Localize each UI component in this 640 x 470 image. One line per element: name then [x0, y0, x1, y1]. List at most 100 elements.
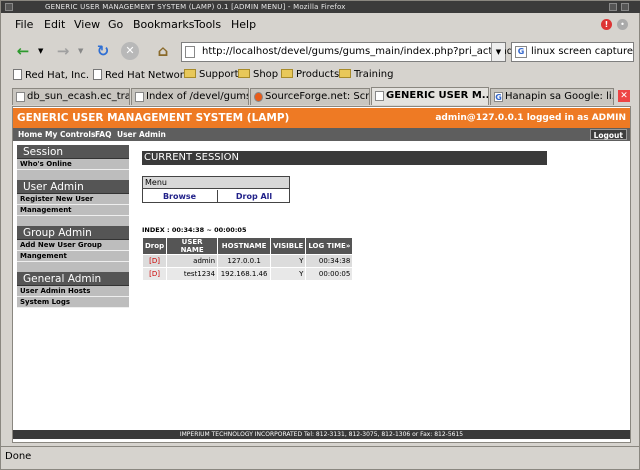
menu-bar: File Edit View Go Bookmarks Tools Help !…	[1, 15, 640, 35]
sidebar-item-add-new-user-group[interactable]: Add New User Group	[17, 240, 129, 251]
col-log-time[interactable]: LOG TIME»	[306, 238, 353, 254]
google-icon: G	[494, 92, 503, 102]
menu-label: Menu	[143, 177, 289, 189]
col-drop: Drop	[143, 238, 167, 254]
status-text: Done	[5, 451, 32, 462]
sidebar-heading-general-admin: General Admin	[17, 272, 129, 286]
tab-label: Hanapin sa Google: li...	[505, 91, 614, 102]
nav-my-controls[interactable]: My Controls	[45, 128, 95, 141]
search-text[interactable]: linux screen capture	[531, 43, 633, 61]
page-icon	[93, 69, 102, 80]
page-icon	[185, 46, 195, 58]
bookmark-products[interactable]: Products	[281, 69, 339, 80]
folder-icon	[238, 69, 250, 78]
menu-edit[interactable]: Edit	[44, 18, 65, 31]
tab-bar: db_sun_ecash.ec_tra... Index of /devel/g…	[1, 87, 640, 105]
col-user-name[interactable]: USER NAME	[167, 238, 218, 254]
tab-label: GENERIC USER M...	[386, 90, 489, 101]
bookmark-label: Training	[354, 69, 394, 80]
nav-user-admin[interactable]: User Admin	[117, 128, 166, 141]
tab-sourceforge[interactable]: SourceForge.net: Scr...	[250, 88, 370, 105]
bookmark-support[interactable]: Support	[184, 69, 239, 80]
sidebar-heading-user-admin: User Admin	[17, 180, 129, 194]
sidebar-item-register-new-user[interactable]: Register New User	[17, 194, 129, 205]
url-text[interactable]: http://localhost/devel/gums/gums_main/in…	[202, 43, 532, 61]
menu-view[interactable]: View	[74, 18, 100, 31]
home-icon[interactable]: ⌂	[151, 39, 175, 63]
bookmark-label: Shop	[253, 69, 279, 80]
admin-sidebar: Session Who's Online User Admin Register…	[17, 145, 129, 308]
col-hostname[interactable]: HOSTNAME	[218, 238, 271, 254]
throbber-icon: •	[617, 19, 628, 30]
sidebar-spacer	[17, 170, 129, 180]
bookmark-label: Support	[199, 69, 239, 80]
address-bar[interactable]: http://localhost/devel/gums/gums_main/in…	[181, 42, 532, 62]
tab-generic-user-management[interactable]: GENERIC USER M...	[371, 87, 489, 105]
logout-button[interactable]: Logout	[589, 129, 627, 140]
window-title: GENERIC USER MANAGEMENT SYSTEM (LAMP) 0.…	[45, 3, 346, 11]
sidebar-spacer	[17, 262, 129, 272]
tab-close-icon[interactable]: ✕	[618, 90, 630, 102]
sidebar-item-system-logs[interactable]: System Logs	[17, 297, 129, 308]
app-title: GENERIC USER MANAGEMENT SYSTEM (LAMP)	[17, 112, 290, 124]
table-row: [D] test1234 192.168.1.46 Y 00:00:05	[143, 268, 353, 280]
window-titlebar: GENERIC USER MANAGEMENT SYSTEM (LAMP) 0.…	[1, 1, 640, 13]
sidebar-spacer	[17, 216, 129, 226]
stop-icon[interactable]: ✕	[121, 42, 139, 60]
google-icon[interactable]: G	[515, 46, 527, 58]
bookmark-shop[interactable]: Shop	[238, 69, 278, 80]
table-header-row: Drop USER NAME HOSTNAME VISIBLE LOG TIME…	[143, 238, 353, 254]
sidebar-item-whos-online[interactable]: Who's Online	[17, 159, 129, 170]
sidebar-item-user-management[interactable]: Management	[17, 205, 129, 216]
nav-home[interactable]: Home	[18, 128, 42, 141]
drop-all-button[interactable]: Drop All	[217, 190, 290, 203]
session-index: INDEX : 00:34:38 ~ 00:00:05	[142, 226, 247, 234]
menu-help[interactable]: Help	[231, 18, 256, 31]
drop-session-link[interactable]: [D]	[143, 255, 167, 267]
search-box[interactable]: G linux screen capture	[511, 42, 634, 62]
navigation-toolbar: ← ▼ → ▼ ↻ ✕ ⌂ http://localhost/devel/gum…	[1, 35, 640, 67]
bookmark-training[interactable]: Training	[339, 69, 393, 80]
bookmark-red-hat-network[interactable]: Red Hat Network	[93, 69, 190, 81]
page-icon	[135, 92, 144, 102]
status-bar: Done	[1, 446, 640, 468]
tab-google-search[interactable]: G Hanapin sa Google: li...	[490, 88, 614, 105]
forward-dropdown-icon[interactable]: ▼	[78, 47, 83, 55]
forward-arrow-icon[interactable]: →	[51, 39, 75, 63]
sidebar-item-group-management[interactable]: Mangement	[17, 251, 129, 262]
bookmark-label: Products	[296, 69, 340, 80]
menu-bookmarks[interactable]: Bookmarks	[133, 18, 194, 31]
sidebar-heading-group-admin: Group Admin	[17, 226, 129, 240]
cell-user-name: test1234	[167, 268, 218, 280]
browser-window: GENERIC USER MANAGEMENT SYSTEM (LAMP) 0.…	[0, 0, 640, 470]
back-dropdown-icon[interactable]: ▼	[38, 47, 43, 55]
drop-session-link[interactable]: [D]	[143, 268, 167, 280]
bookmark-label: Red Hat Network	[105, 70, 190, 81]
back-arrow-icon[interactable]: ←	[11, 39, 35, 63]
app-header: GENERIC USER MANAGEMENT SYSTEM (LAMP) ad…	[13, 108, 630, 128]
sidebar-heading-session: Session	[17, 145, 129, 159]
menu-tools[interactable]: Tools	[194, 18, 221, 31]
cell-visible: Y	[271, 255, 306, 267]
tab-index-devel-gums[interactable]: Index of /devel/gums	[131, 88, 249, 105]
browse-button[interactable]: Browse	[143, 190, 216, 203]
app-footer: IMPERIUM TECHNOLOGY INCORPORATED Tel: 81…	[13, 430, 630, 439]
maximize-icon[interactable]	[621, 3, 629, 11]
tab-db-sun-ecash[interactable]: db_sun_ecash.ec_tra...	[12, 88, 130, 105]
minimize-icon[interactable]	[609, 3, 617, 11]
window-menu-icon[interactable]	[5, 3, 13, 11]
reload-icon[interactable]: ↻	[91, 39, 115, 63]
col-visible[interactable]: VISIBLE	[271, 238, 306, 254]
table-row: [D] admin 127.0.0.1 Y 00:34:38	[143, 255, 353, 267]
session-menu: Menu Browse Drop All	[142, 176, 290, 203]
folder-icon	[281, 69, 293, 78]
tab-label: Index of /devel/gums	[146, 91, 249, 102]
menu-go[interactable]: Go	[108, 18, 123, 31]
error-icon[interactable]: !	[601, 19, 612, 30]
nav-faq[interactable]: FAQ	[95, 128, 111, 141]
url-dropdown-icon[interactable]: ▼	[491, 43, 505, 61]
sidebar-item-user-admin-hosts[interactable]: User Admin Hosts	[17, 286, 129, 297]
menu-file[interactable]: File	[15, 18, 33, 31]
login-status: admin@127.0.0.1 logged in as ADMIN	[435, 113, 626, 123]
bookmark-red-hat-inc[interactable]: Red Hat, Inc.	[13, 69, 89, 81]
